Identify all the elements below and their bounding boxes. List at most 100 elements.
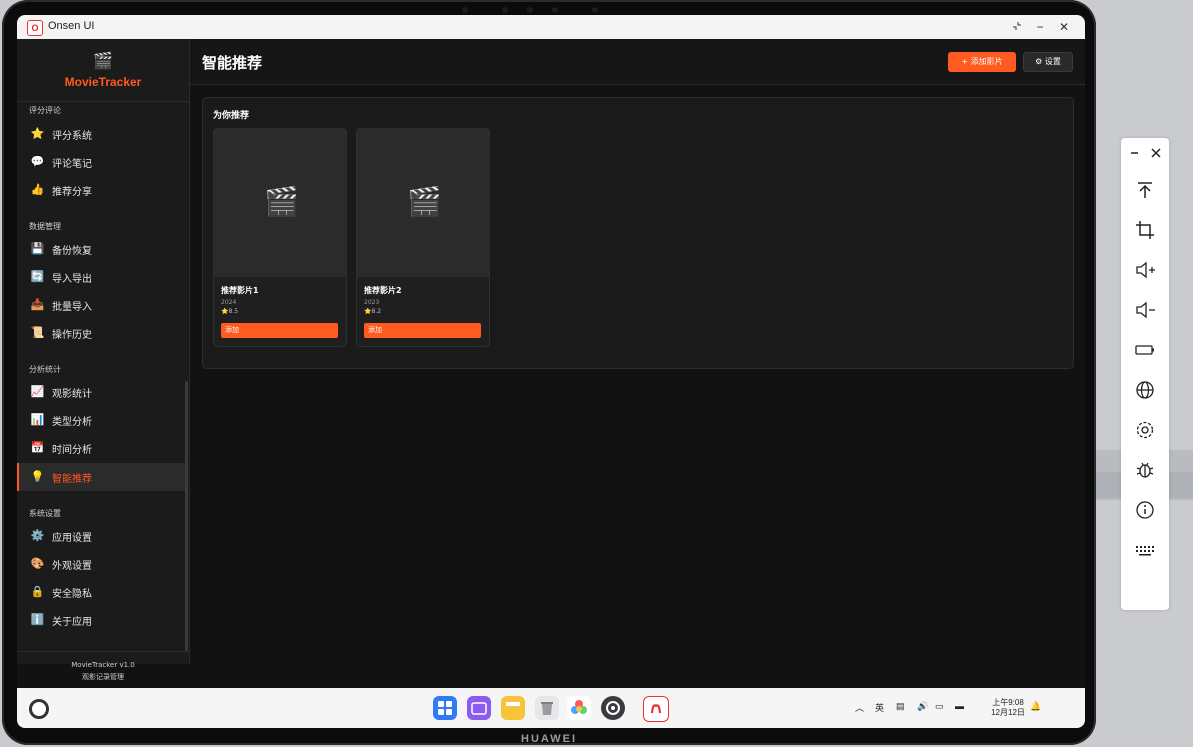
- sidebar-item-label: 关于应用: [52, 617, 92, 628]
- chevron-up-icon[interactable]: ︿: [855, 701, 864, 714]
- settings-app-icon[interactable]: [601, 696, 625, 720]
- clock[interactable]: 上午9:08 12月12日: [988, 698, 1028, 718]
- sidebar-item-rating-system[interactable]: ⭐ 评分系统: [17, 120, 185, 148]
- volume-down-icon[interactable]: [1133, 298, 1157, 322]
- gear-icon: ⚙️: [30, 529, 45, 542]
- section-label-rating: 评分评论: [29, 106, 61, 115]
- movie-title: 推荐影片2: [364, 286, 402, 295]
- sidebar-item-recommend-share[interactable]: 👍 推荐分享: [17, 176, 185, 204]
- trash-icon[interactable]: [535, 696, 559, 720]
- floating-tool-panel: [1121, 138, 1169, 610]
- notes-icon[interactable]: [501, 696, 525, 720]
- movie-card[interactable]: 🎬 推荐影片2 2023 ⭐8.2 添加: [356, 128, 490, 347]
- add-button[interactable]: 添加: [364, 323, 481, 338]
- sidebar-item-about[interactable]: ℹ️ 关于应用: [17, 606, 185, 634]
- movie-card[interactable]: 🎬 推荐影片1 2024 ⭐8.5 添加: [213, 128, 347, 347]
- sidebar-item-label: 类型分析: [52, 417, 92, 428]
- main-content: 智能推荐 + 添加影片 ⚙ 设置 为你推荐 🎬 推荐影片1 2024 ⭐8.5 …: [190, 39, 1085, 664]
- sensor-dot: [462, 7, 468, 13]
- bar-chart-icon: 📊: [30, 413, 45, 426]
- info-icon[interactable]: [1133, 498, 1157, 522]
- sidebar-item-label: 评论笔记: [52, 159, 92, 170]
- info-icon: ℹ️: [30, 613, 45, 626]
- sidebar-item-smart-recommend[interactable]: 💡 智能推荐: [17, 463, 185, 491]
- sidebar-item-app-settings[interactable]: ⚙️ 应用设置: [17, 522, 185, 550]
- sidebar-item-label: 操作历史: [52, 330, 92, 341]
- sidebar-scrollbar[interactable]: [185, 381, 188, 651]
- sensor-dot: [552, 7, 558, 13]
- sidebar-item-genre-analysis[interactable]: 📊 类型分析: [17, 406, 185, 434]
- volume-up-icon[interactable]: [1133, 258, 1157, 282]
- app-version: MovieTracker v1.0: [71, 661, 135, 669]
- movie-title: 推荐影片1: [221, 286, 259, 295]
- gallery-icon[interactable]: [567, 696, 591, 720]
- sidebar-item-label: 评分系统: [52, 131, 92, 142]
- poster-placeholder: 🎬: [357, 129, 489, 277]
- camera-dot: [527, 7, 533, 13]
- sidebar-item-backup[interactable]: 💾 备份恢复: [17, 235, 185, 263]
- sidebar-item-label: 应用设置: [52, 533, 92, 544]
- scroll-to-top-icon[interactable]: [1133, 178, 1157, 202]
- line-chart-icon: 📈: [30, 385, 45, 398]
- sidebar-item-appearance[interactable]: 🎨 外观设置: [17, 550, 185, 578]
- sidebar-item-label: 智能推荐: [52, 474, 92, 485]
- calendar-icon: 📅: [30, 441, 45, 454]
- notification-bell-icon[interactable]: 🔔: [1030, 701, 1041, 712]
- app-tagline: 观影记录管理: [82, 673, 124, 681]
- sidebar-item-label: 安全隐私: [52, 589, 92, 600]
- battery-icon[interactable]: ▬: [955, 701, 964, 711]
- movie-year: 2024: [221, 299, 237, 306]
- sensor-dot: [592, 7, 598, 13]
- close-icon[interactable]: [1144, 141, 1168, 165]
- sidebar-logo: 🎬 MovieTracker: [17, 39, 189, 102]
- add-button[interactable]: 添加: [221, 323, 338, 338]
- sync-icon: 🔄: [30, 270, 45, 283]
- palette-icon: 🎨: [30, 557, 45, 570]
- clapperboard-icon: 🎬: [93, 51, 113, 70]
- keyboard-icon[interactable]: [1133, 538, 1157, 562]
- poster-placeholder: 🎬: [214, 129, 346, 277]
- app-grid-icon[interactable]: [433, 696, 457, 720]
- app-icon: O: [27, 20, 43, 36]
- sidebar-item-label: 批量导入: [52, 302, 92, 313]
- settings-button[interactable]: ⚙ 设置: [1023, 52, 1073, 72]
- gear-icon[interactable]: [1133, 418, 1157, 442]
- sidebar-item-privacy[interactable]: 🔒 安全隐私: [17, 578, 185, 606]
- section-label-data: 数据管理: [29, 222, 61, 231]
- bug-icon[interactable]: [1133, 458, 1157, 482]
- volume-icon[interactable]: 🔊: [917, 701, 928, 712]
- crop-icon[interactable]: [1133, 218, 1157, 242]
- display-icon[interactable]: ▭: [935, 701, 944, 712]
- start-button[interactable]: [29, 699, 49, 719]
- sidebar-item-label: 时间分析: [52, 445, 92, 456]
- input-method-indicator[interactable]: 英: [875, 701, 884, 714]
- section-label-system: 系统设置: [29, 509, 61, 518]
- sensor-dot: [502, 7, 508, 13]
- sidebar-item-label: 备份恢复: [52, 246, 92, 257]
- logo-text: MovieTracker: [64, 75, 142, 89]
- add-movie-button[interactable]: + 添加影片: [948, 52, 1016, 72]
- clapperboard-icon: 🎬: [407, 185, 442, 218]
- restore-icon[interactable]: [1007, 18, 1027, 36]
- lock-icon: 🔒: [30, 585, 45, 598]
- close-button[interactable]: ✕: [1054, 18, 1074, 36]
- globe-icon[interactable]: [1133, 378, 1157, 402]
- sidebar-item-history[interactable]: 📜 操作历史: [17, 319, 185, 347]
- battery-outline-icon[interactable]: [1133, 338, 1157, 362]
- movie-year: 2023: [364, 299, 380, 306]
- floppy-disk-icon: 💾: [30, 242, 45, 255]
- multitask-icon[interactable]: [467, 696, 491, 720]
- tablet-frame: O Onsen UI − ✕ 🎬 MovieTracker 评分评论 ⭐ 评分系…: [2, 0, 1096, 745]
- movie-rating: ⭐8.5: [221, 308, 239, 315]
- panel-title: 为你推荐: [213, 111, 250, 121]
- taskbar: ︿ 英 ▤ 🔊 ▭ ▬ 上午9:08 12月12日 🔔: [17, 688, 1085, 728]
- sidebar-item-import-export[interactable]: 🔄 导入导出: [17, 263, 185, 291]
- sidebar-item-time-analysis[interactable]: 📅 时间分析: [17, 434, 185, 462]
- clipboard-icon[interactable]: ▤: [896, 701, 905, 712]
- star-icon: ⭐: [30, 127, 45, 140]
- sidebar-item-watch-stats[interactable]: 📈 观影统计: [17, 378, 185, 406]
- sidebar-item-review-notes[interactable]: 💬 评论笔记: [17, 148, 185, 176]
- onsen-app-icon[interactable]: [643, 696, 669, 722]
- sidebar-item-batch-import[interactable]: 📥 批量导入: [17, 291, 185, 319]
- minimize-button[interactable]: −: [1030, 18, 1050, 36]
